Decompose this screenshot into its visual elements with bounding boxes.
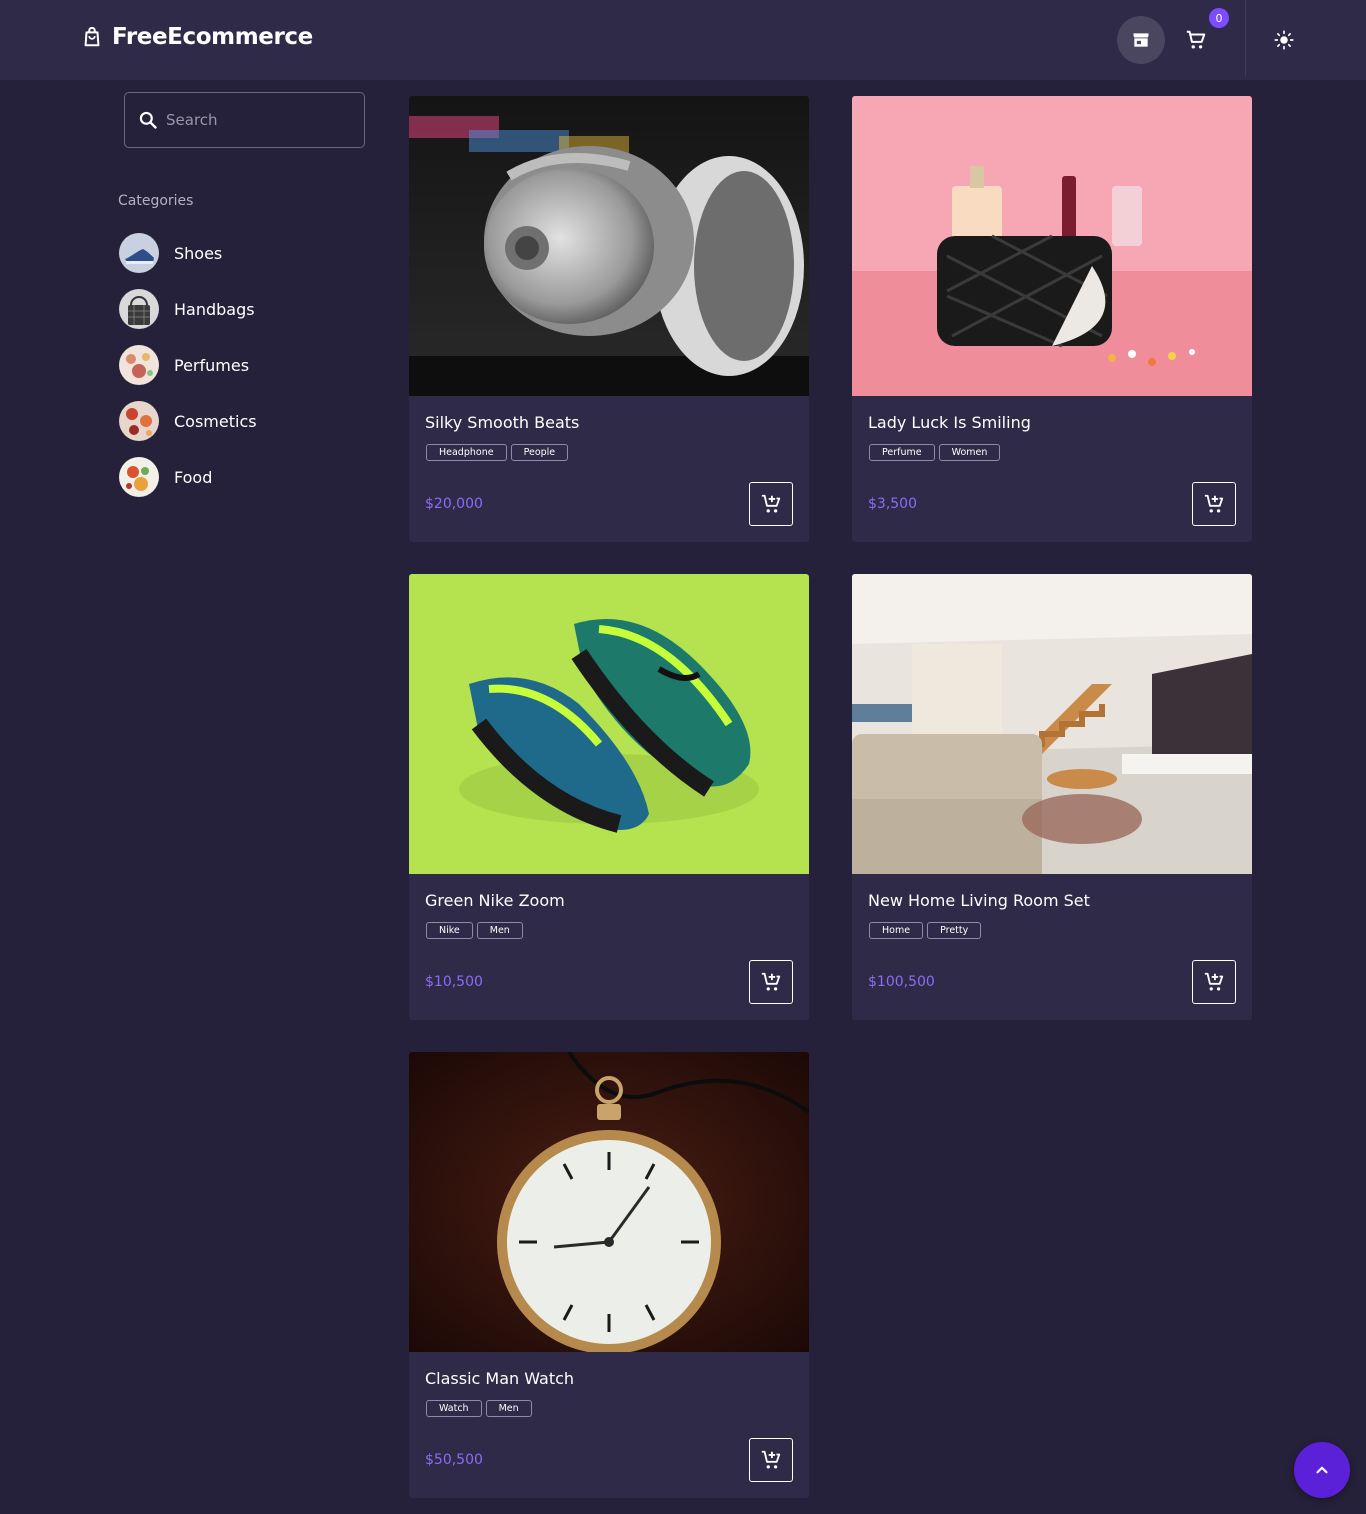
category-label: Handbags — [174, 299, 255, 319]
product-image-headphones — [409, 96, 809, 396]
category-label: Perfumes — [174, 355, 250, 375]
add-shopping-cart-icon — [761, 1450, 781, 1469]
product-tag[interactable]: Watch — [426, 1400, 482, 1417]
product-title[interactable]: New Home Living Room Set — [868, 891, 1090, 910]
product-tag[interactable]: Headphone — [426, 444, 507, 461]
add-shopping-cart-icon — [1204, 494, 1224, 513]
theme-toggle-button[interactable] — [1266, 22, 1302, 58]
shopping-bag-icon — [84, 26, 100, 47]
search-icon — [139, 111, 157, 129]
brand[interactable]: FreeEcommerce — [81, 24, 313, 50]
product-title[interactable]: Silky Smooth Beats — [425, 413, 579, 432]
category-item-food[interactable]: Food — [119, 457, 257, 497]
search-input[interactable] — [166, 111, 356, 129]
category-label: Food — [174, 467, 213, 487]
add-shopping-cart-icon — [761, 972, 781, 991]
cart-button[interactable] — [1178, 22, 1214, 58]
add-to-cart-button[interactable] — [749, 1438, 793, 1482]
product-price: $20,000 — [425, 496, 483, 512]
product-tags: Perfume Women — [869, 444, 1001, 461]
handbags-avatar — [119, 289, 159, 329]
add-to-cart-button[interactable] — [1192, 482, 1236, 526]
product-tag[interactable]: Pretty — [927, 922, 982, 939]
product-card[interactable]: Green Nike Zoom Nike Men $10,500 — [409, 574, 809, 1020]
product-tag[interactable]: Perfume — [869, 444, 935, 461]
product-price: $100,500 — [868, 974, 935, 990]
product-tags: Watch Men — [426, 1400, 532, 1417]
product-title[interactable]: Green Nike Zoom — [425, 891, 565, 910]
perfumes-avatar — [119, 345, 159, 385]
category-label: Cosmetics — [174, 411, 257, 431]
category-item-cosmetics[interactable]: Cosmetics — [119, 401, 257, 441]
header-divider — [1245, 0, 1246, 76]
category-item-shoes[interactable]: Shoes — [119, 233, 257, 273]
cart-icon — [1186, 30, 1206, 49]
category-label: Shoes — [174, 243, 223, 263]
product-image-living-room — [852, 574, 1252, 874]
product-tag[interactable]: Nike — [426, 922, 473, 939]
product-card[interactable]: New Home Living Room Set Home Pretty $10… — [852, 574, 1252, 1020]
product-tags: Home Pretty — [869, 922, 982, 939]
store-button[interactable] — [1117, 16, 1165, 64]
product-price: $50,500 — [425, 1452, 483, 1468]
product-card[interactable]: Silky Smooth Beats Headphone People $20,… — [409, 96, 809, 542]
product-tag[interactable]: Women — [938, 444, 1001, 461]
cart-count-badge: 0 — [1209, 8, 1229, 28]
product-title[interactable]: Classic Man Watch — [425, 1369, 574, 1388]
product-price: $3,500 — [868, 496, 917, 512]
product-tags: Nike Men — [426, 922, 523, 939]
product-price: $10,500 — [425, 974, 483, 990]
add-shopping-cart-icon — [761, 494, 781, 513]
chevron-up-icon — [1316, 1466, 1328, 1474]
brand-name: FreeEcommerce — [112, 24, 313, 50]
shoes-avatar — [119, 233, 159, 273]
category-item-handbags[interactable]: Handbags — [119, 289, 257, 329]
product-card[interactable]: Lady Luck Is Smiling Perfume Women $3,50… — [852, 96, 1252, 542]
product-tags: Headphone People — [426, 444, 569, 461]
add-to-cart-button[interactable] — [749, 960, 793, 1004]
categories-heading: Categories — [118, 193, 194, 209]
product-card[interactable]: Classic Man Watch Watch Men $50,500 — [409, 1052, 809, 1498]
product-tag[interactable]: People — [510, 444, 569, 461]
product-image-pocket-watch — [409, 1052, 809, 1352]
food-avatar — [119, 457, 159, 497]
product-tag[interactable]: Men — [476, 922, 523, 939]
scroll-to-top-button[interactable] — [1294, 1442, 1350, 1498]
top-navbar: FreeEcommerce 0 — [0, 0, 1366, 80]
category-item-perfumes[interactable]: Perfumes — [119, 345, 257, 385]
add-to-cart-button[interactable] — [749, 482, 793, 526]
product-image-sneakers — [409, 574, 809, 874]
product-tag[interactable]: Men — [485, 1400, 532, 1417]
add-to-cart-button[interactable] — [1192, 960, 1236, 1004]
product-image-perfume-bag — [852, 96, 1252, 396]
sun-icon — [1274, 30, 1294, 50]
cosmetics-avatar — [119, 401, 159, 441]
storefront-icon — [1133, 33, 1149, 47]
category-list: Shoes Handbags Perfumes Cosmetics Food — [119, 233, 257, 513]
add-shopping-cart-icon — [1204, 972, 1224, 991]
search-box[interactable] — [124, 92, 365, 148]
product-tag[interactable]: Home — [869, 922, 924, 939]
product-title[interactable]: Lady Luck Is Smiling — [868, 413, 1031, 432]
